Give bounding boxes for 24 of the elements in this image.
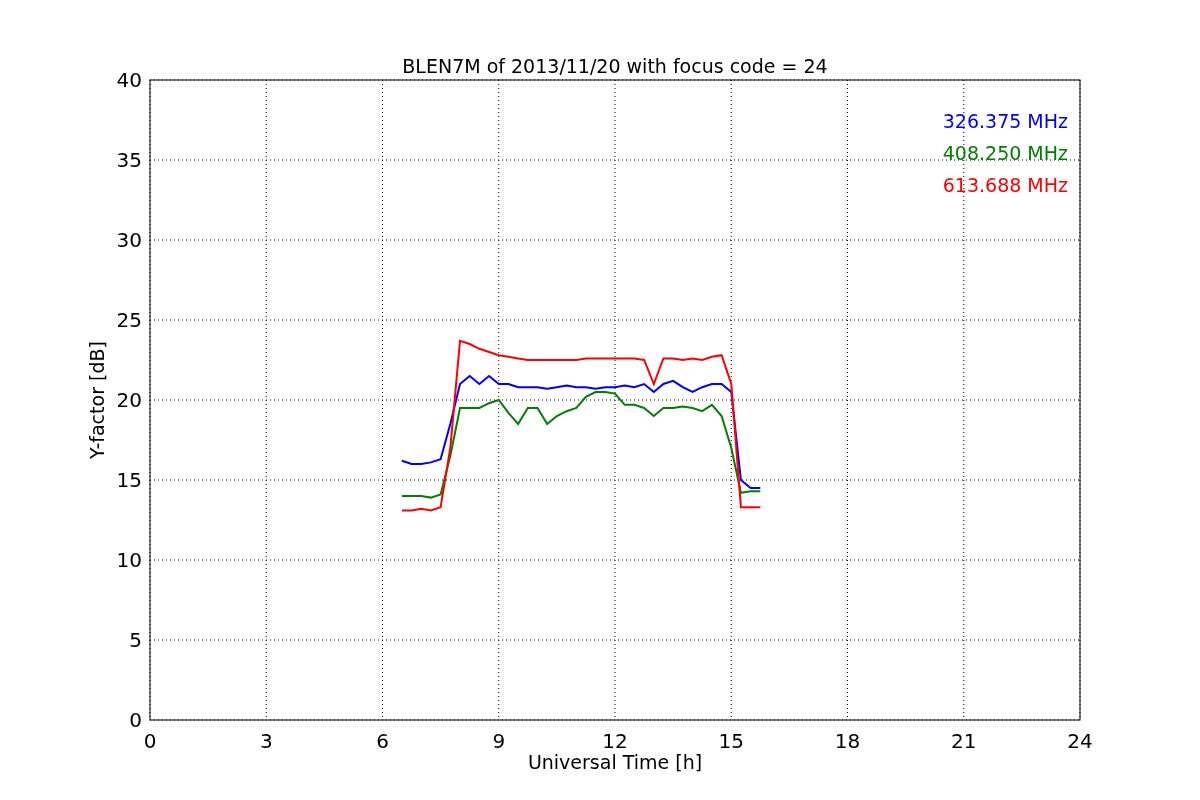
y-tick-label: 0 <box>129 708 142 732</box>
x-tick-label: 3 <box>259 729 273 753</box>
x-tick-label: 18 <box>834 729 861 753</box>
y-tick-label: 10 <box>116 548 142 572</box>
y-tick-label: 5 <box>129 628 142 652</box>
y-tick-label: 25 <box>116 308 142 332</box>
x-tick-label: 24 <box>1067 729 1093 753</box>
x-tick-label: 6 <box>376 729 389 753</box>
y-tick-label: 35 <box>116 148 142 172</box>
x-axis-label: Universal Time [h] <box>527 751 703 773</box>
legend-label: 326.375 MHz <box>942 110 1068 132</box>
y-axis-label: Y-factor [dB] <box>86 341 108 459</box>
y-tick-label: 20 <box>116 388 142 412</box>
x-tick-label: 21 <box>951 729 977 753</box>
x-tick-label: 0 <box>143 729 157 753</box>
y-tick-label: 30 <box>116 228 142 252</box>
x-tick-label: 9 <box>492 729 506 753</box>
x-tick-label: 12 <box>602 729 628 753</box>
y-tick-label: 40 <box>116 68 142 92</box>
y-tick-label: 15 <box>116 468 142 492</box>
legend-label: 408.250 MHz <box>942 142 1068 164</box>
chart-title: BLEN7M of 2013/11/20 with focus code = 24 <box>402 55 828 77</box>
legend-label: 613.688 MHz <box>942 174 1068 196</box>
x-tick-label: 15 <box>718 729 744 753</box>
